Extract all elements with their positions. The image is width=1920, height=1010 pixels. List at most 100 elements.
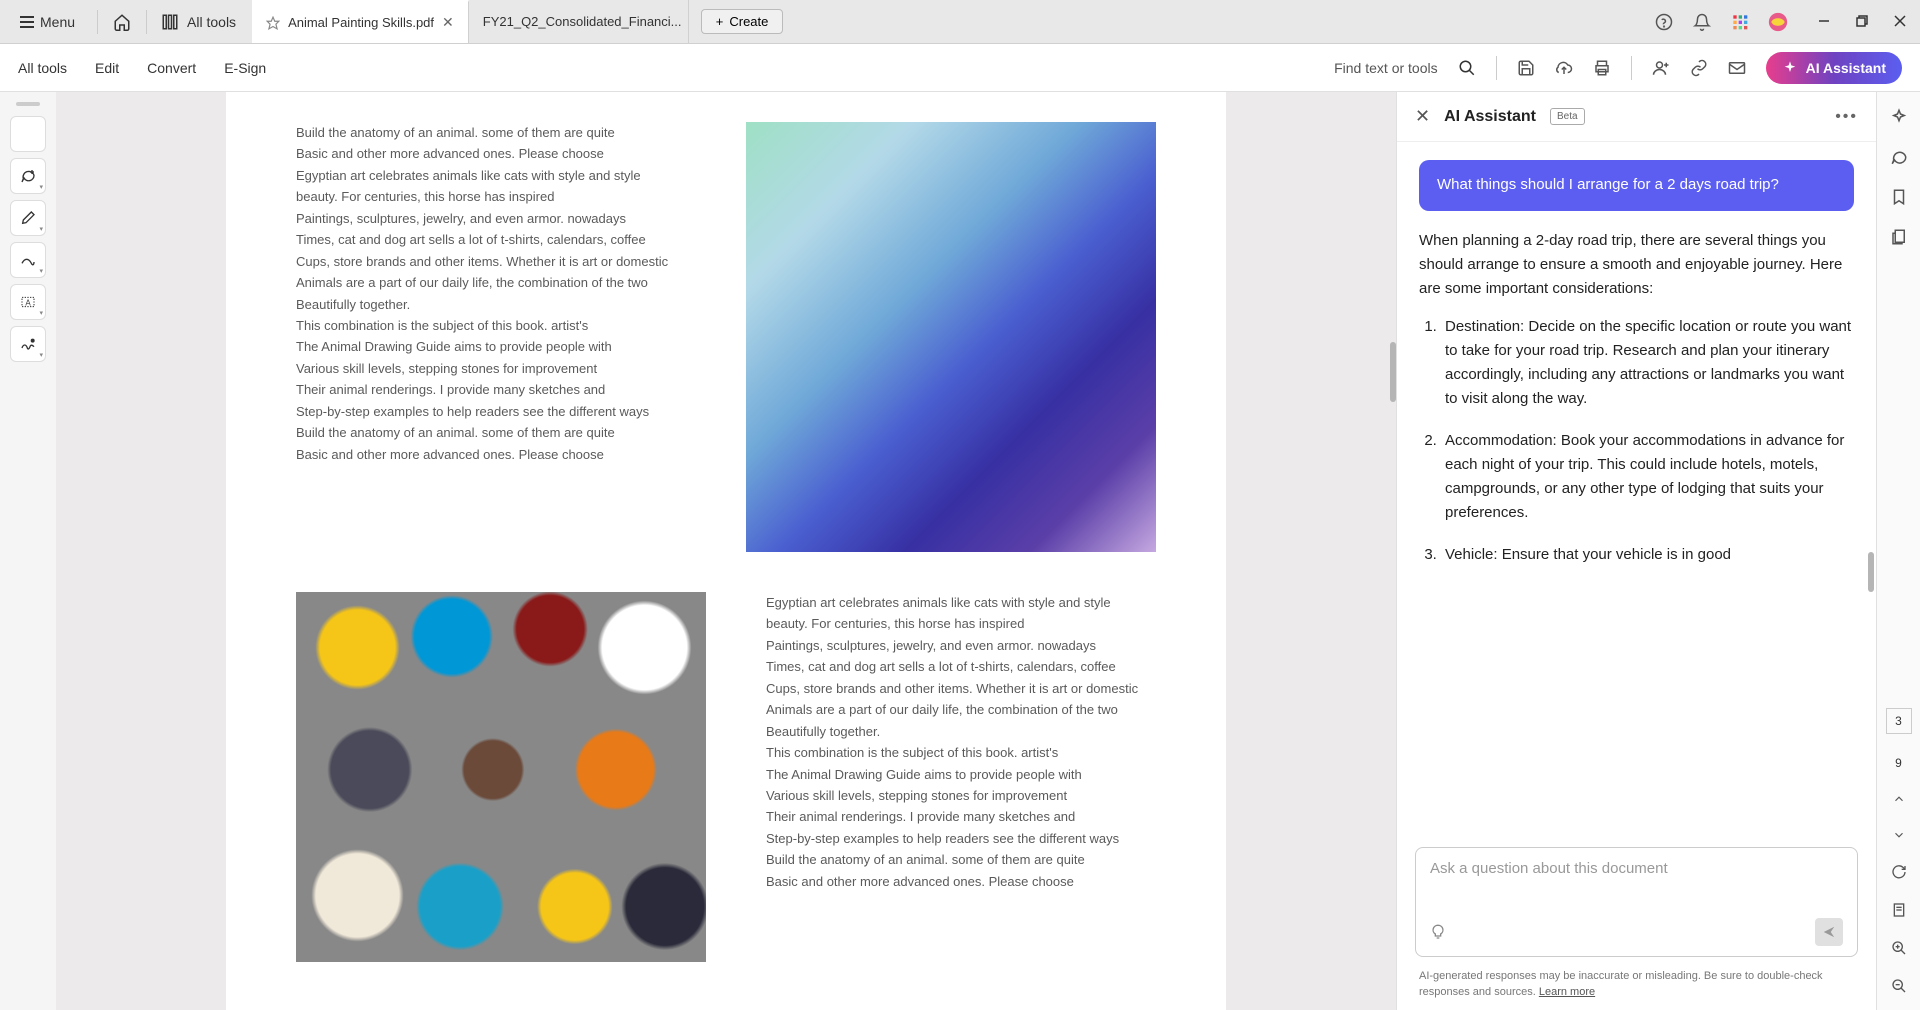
scrollbar-thumb[interactable]: [1868, 552, 1874, 592]
sparkle-icon[interactable]: [1890, 108, 1908, 126]
image-paint-buckets: [296, 592, 706, 962]
text-block-1: Build the anatomy of an animal. some of …: [296, 122, 686, 552]
text-line: Build the anatomy of an animal. some of …: [296, 422, 686, 443]
fit-page-icon[interactable]: [1891, 902, 1907, 918]
avatar-icon[interactable]: [1768, 12, 1788, 32]
plus-icon: +: [716, 14, 724, 29]
home-icon[interactable]: [112, 12, 132, 32]
text-line: Times, cat and dog art sells a lot of t-…: [766, 656, 1156, 677]
help-icon[interactable]: [1654, 12, 1674, 32]
grip-handle[interactable]: [16, 102, 40, 106]
bookmark-icon[interactable]: [1890, 188, 1908, 206]
close-icon[interactable]: ✕: [1415, 106, 1430, 127]
zoom-in-icon[interactable]: [1891, 940, 1907, 956]
more-icon[interactable]: •••: [1835, 108, 1858, 126]
ai-btn-label: AI Assistant: [1806, 60, 1886, 76]
ai-input-box[interactable]: [1415, 847, 1858, 957]
text-line: This combination is the subject of this …: [296, 315, 686, 336]
create-button[interactable]: + Create: [701, 9, 784, 34]
apps-icon[interactable]: [1730, 12, 1750, 32]
left-tool-rail: ▾ ▾ ▾ A▾ ▾: [0, 92, 56, 1010]
highlight-tool[interactable]: ▾: [10, 200, 46, 236]
text-line: Basic and other more advanced ones. Plea…: [296, 143, 686, 164]
chevron-up-icon[interactable]: [1892, 792, 1906, 806]
right-rail: 3 9: [1876, 92, 1920, 1010]
main: ▾ ▾ ▾ A▾ ▾ Build the anatomy of an anima…: [0, 92, 1920, 1010]
tool-all[interactable]: All tools: [18, 60, 67, 76]
sparkle-icon: [1782, 60, 1798, 76]
close-icon[interactable]: [1894, 15, 1908, 29]
ai-point: Accommodation: Book your accommodations …: [1441, 429, 1854, 525]
ai-text-input[interactable]: [1430, 860, 1843, 877]
ai-title: AI Assistant: [1444, 108, 1536, 126]
tab-label: Animal Painting Skills.pdf: [288, 15, 434, 30]
send-button[interactable]: [1815, 918, 1843, 946]
text-line: Cups, store brands and other items. Whet…: [296, 251, 686, 272]
text-line: Basic and other more advanced ones. Plea…: [766, 871, 1156, 892]
search-icon[interactable]: [1458, 59, 1476, 77]
ai-intro: When planning a 2-day road trip, there a…: [1419, 229, 1854, 301]
draw-tool[interactable]: ▾: [10, 242, 46, 278]
maximize-icon[interactable]: [1856, 15, 1870, 29]
comment-tool[interactable]: ▾: [10, 158, 46, 194]
ai-assistant-button[interactable]: AI Assistant: [1766, 52, 1902, 84]
rotate-icon[interactable]: [1891, 864, 1907, 880]
text-line: Step-by-step examples to help readers se…: [766, 828, 1156, 849]
text-line: Various skill levels, stepping stones fo…: [296, 358, 686, 379]
minimize-icon[interactable]: [1818, 15, 1832, 29]
ai-disclaimer: AI-generated responses may be inaccurate…: [1397, 963, 1876, 1010]
text-box-tool[interactable]: A▾: [10, 284, 46, 320]
ai-points-list: Destination: Decide on the specific loca…: [1441, 315, 1854, 567]
ai-response: When planning a 2-day road trip, there a…: [1419, 229, 1854, 567]
tab-active[interactable]: Animal Painting Skills.pdf ✕: [252, 0, 469, 43]
tool-esign[interactable]: E-Sign: [224, 60, 266, 76]
tab-inactive[interactable]: FY21_Q2_Consolidated_Financi...: [469, 0, 689, 43]
page-current[interactable]: 3: [1886, 708, 1912, 734]
ai-point: Destination: Decide on the specific loca…: [1441, 315, 1854, 411]
cloud-upload-icon[interactable]: [1555, 59, 1573, 77]
toolbar: All tools Edit Convert E-Sign Find text …: [0, 44, 1920, 92]
pages-icon[interactable]: [1890, 228, 1908, 246]
text-line: Their animal renderings. I provide many …: [296, 379, 686, 400]
menu-label: Menu: [40, 14, 75, 30]
text-line: Beautifully together.: [766, 721, 1156, 742]
tool-convert[interactable]: Convert: [147, 60, 196, 76]
titlebar: Menu All tools Animal Painting Skills.pd…: [0, 0, 1920, 44]
divider: [1496, 56, 1497, 80]
text-line: The Animal Drawing Guide aims to provide…: [766, 764, 1156, 785]
star-icon: [266, 16, 280, 30]
bell-icon[interactable]: [1692, 12, 1712, 32]
all-tools-nav[interactable]: All tools: [161, 13, 236, 31]
tool-menu: All tools Edit Convert E-Sign: [18, 60, 266, 76]
select-tool[interactable]: [10, 116, 46, 152]
text-line: Animals are a part of our daily life, th…: [296, 272, 686, 293]
text-line: Their animal renderings. I provide many …: [766, 806, 1156, 827]
sign-tool[interactable]: ▾: [10, 326, 46, 362]
save-icon[interactable]: [1517, 59, 1535, 77]
lightbulb-icon[interactable]: [1430, 924, 1446, 940]
zoom-out-icon[interactable]: [1891, 978, 1907, 994]
document-area[interactable]: Build the anatomy of an animal. some of …: [56, 92, 1396, 1010]
menu-button[interactable]: Menu: [12, 10, 83, 34]
text-line: Times, cat and dog art sells a lot of t-…: [296, 229, 686, 250]
comment-panel-icon[interactable]: [1890, 148, 1908, 166]
ai-header: ✕ AI Assistant Beta •••: [1397, 92, 1876, 142]
user-message: What things should I arrange for a 2 day…: [1419, 160, 1854, 211]
share-user-icon[interactable]: [1652, 59, 1670, 77]
link-icon[interactable]: [1690, 59, 1708, 77]
print-icon[interactable]: [1593, 59, 1611, 77]
text-line: Paintings, sculptures, jewelry, and even…: [766, 635, 1156, 656]
tabs: Animal Painting Skills.pdf ✕ FY21_Q2_Con…: [252, 0, 689, 43]
text-line: Paintings, sculptures, jewelry, and even…: [296, 208, 686, 229]
divider: [146, 10, 147, 34]
document-page: Build the anatomy of an animal. some of …: [226, 92, 1226, 1010]
tool-edit[interactable]: Edit: [95, 60, 119, 76]
mail-icon[interactable]: [1728, 59, 1746, 77]
learn-more-link[interactable]: Learn more: [1539, 986, 1595, 998]
ai-body: What things should I arrange for a 2 day…: [1397, 142, 1876, 835]
text-line: This combination is the subject of this …: [766, 742, 1156, 763]
ai-assistant-panel: ✕ AI Assistant Beta ••• What things shou…: [1396, 92, 1876, 1010]
close-icon[interactable]: ✕: [442, 14, 454, 31]
page-total: 9: [1895, 756, 1902, 770]
chevron-down-icon[interactable]: [1892, 828, 1906, 842]
